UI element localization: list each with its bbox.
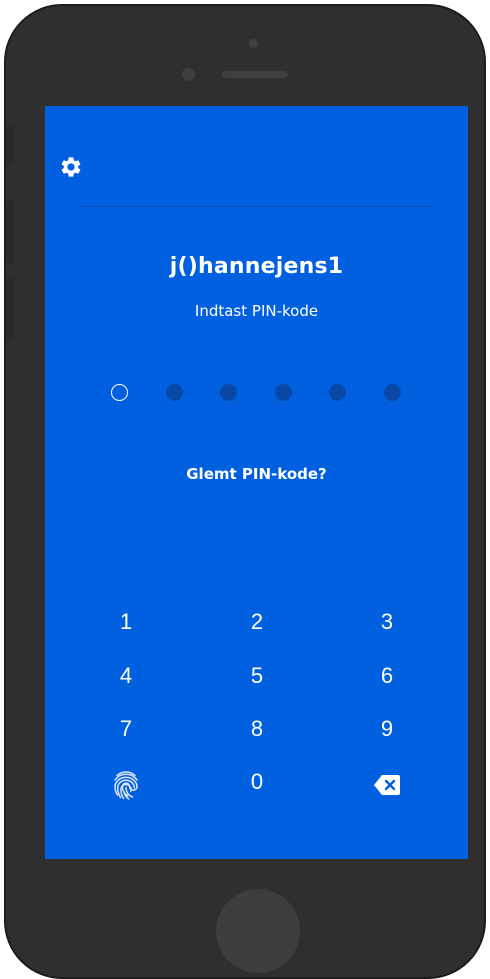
key-1[interactable]: 1 xyxy=(91,602,161,642)
camera-dot xyxy=(249,39,258,48)
pin-dot xyxy=(384,384,401,401)
biometric-button[interactable] xyxy=(106,765,146,805)
pin-dot xyxy=(274,384,292,401)
key-9[interactable]: 9 xyxy=(352,709,422,749)
volume-down-button xyxy=(6,278,14,340)
account-username: j()hannejens1 xyxy=(169,254,344,279)
phone-frame: j()hannejens1 Indtast PIN-kode Glemt PIN… xyxy=(4,4,486,979)
pin-dot xyxy=(220,384,238,401)
key-6[interactable]: 6 xyxy=(352,656,422,696)
header-divider xyxy=(81,206,432,207)
backspace-icon xyxy=(374,775,400,795)
pin-dot xyxy=(165,384,183,401)
earpiece-speaker xyxy=(222,71,288,78)
key-0[interactable]: 0 xyxy=(222,762,292,802)
gear-icon xyxy=(61,157,81,177)
pin-dot xyxy=(329,384,347,401)
front-camera xyxy=(182,68,195,81)
key-2[interactable]: 2 xyxy=(222,602,292,642)
key-8[interactable]: 8 xyxy=(222,709,292,749)
key-4[interactable]: 4 xyxy=(91,656,161,696)
home-button[interactable] xyxy=(216,889,300,973)
forgot-pin-link[interactable]: Glemt PIN-kode? xyxy=(45,465,468,483)
key-7[interactable]: 7 xyxy=(91,709,161,749)
pin-screen: j()hannejens1 Indtast PIN-kode Glemt PIN… xyxy=(45,106,468,859)
delete-button[interactable] xyxy=(367,765,407,805)
settings-button[interactable] xyxy=(59,155,83,179)
key-5[interactable]: 5 xyxy=(222,656,292,696)
mute-switch xyxy=(6,126,14,164)
key-3[interactable]: 3 xyxy=(352,602,422,642)
pin-dot xyxy=(111,384,128,401)
pin-indicator xyxy=(111,384,411,404)
fingerprint-icon xyxy=(114,771,138,800)
pin-prompt: Indtast PIN-kode xyxy=(194,302,319,320)
volume-up-button xyxy=(6,201,14,263)
